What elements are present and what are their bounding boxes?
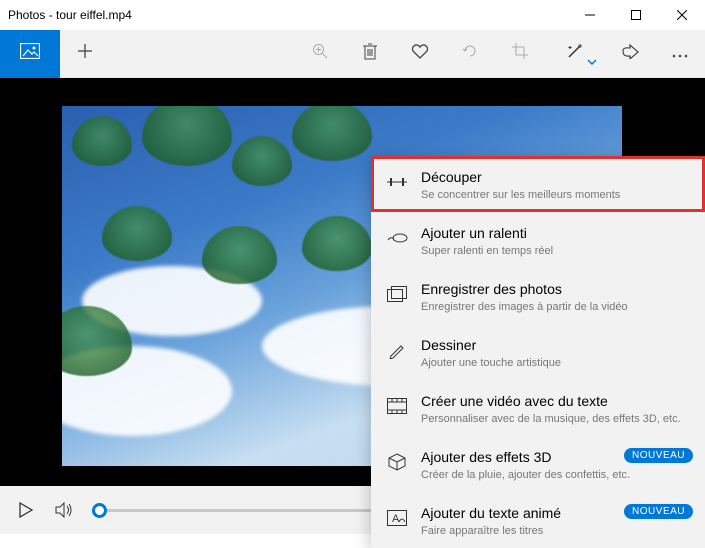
pen-icon bbox=[385, 338, 409, 362]
menu-title: Enregistrer des photos bbox=[421, 280, 691, 298]
share-button[interactable] bbox=[605, 30, 655, 78]
film-icon bbox=[385, 394, 409, 418]
menu-title: Découper bbox=[421, 168, 691, 186]
image-icon bbox=[20, 43, 40, 64]
trash-icon bbox=[362, 42, 378, 65]
menu-item-trim[interactable]: Découper Se concentrer sur les meilleurs… bbox=[371, 156, 705, 212]
zoom-button[interactable] bbox=[295, 30, 345, 78]
menu-item-video-text[interactable]: Créer une vidéo avec du texte Personnali… bbox=[371, 380, 705, 436]
menu-item-draw[interactable]: Dessiner Ajouter une touche artistique bbox=[371, 324, 705, 380]
menu-title: Dessiner bbox=[421, 336, 691, 354]
magic-icon bbox=[566, 42, 584, 65]
menu-sub: Personnaliser avec de la musique, des ef… bbox=[421, 412, 691, 426]
video-viewport[interactable]: Découper Se concentrer sur les meilleurs… bbox=[0, 78, 705, 486]
titlebar: Photos - tour eiffel.mp4 bbox=[0, 0, 705, 30]
magnifier-plus-icon bbox=[312, 43, 328, 64]
menu-item-3d-effects[interactable]: Ajouter des effets 3D Créer de la pluie,… bbox=[371, 436, 705, 492]
heart-icon bbox=[411, 43, 429, 64]
menu-sub: Créer de la pluie, ajouter des confettis… bbox=[421, 468, 691, 482]
crop-button[interactable] bbox=[495, 30, 545, 78]
crop-icon bbox=[511, 42, 529, 65]
minimize-button[interactable] bbox=[567, 0, 613, 30]
favorite-button[interactable] bbox=[395, 30, 445, 78]
play-button[interactable] bbox=[16, 500, 36, 520]
menu-sub: Ajouter une touche artistique bbox=[421, 356, 691, 370]
window-title: Photos - tour eiffel.mp4 bbox=[8, 8, 132, 22]
menu-item-animated-text[interactable]: A Ajouter du texte animé Faire apparaîtr… bbox=[371, 492, 705, 548]
menu-item-save-photos[interactable]: Enregistrer des photos Enregistrer des i… bbox=[371, 268, 705, 324]
menu-title: Ajouter un ralenti bbox=[421, 224, 691, 242]
edit-create-button[interactable] bbox=[545, 30, 605, 78]
menu-sub: Faire apparaître les titres bbox=[421, 524, 691, 538]
add-button[interactable] bbox=[60, 30, 110, 78]
volume-button[interactable] bbox=[54, 500, 74, 520]
maximize-button[interactable] bbox=[613, 0, 659, 30]
rotate-icon bbox=[461, 42, 479, 65]
frames-icon bbox=[385, 282, 409, 306]
slowmo-icon bbox=[385, 226, 409, 250]
edit-menu: Découper Se concentrer sur les meilleurs… bbox=[371, 156, 705, 548]
text-anim-icon: A bbox=[385, 506, 409, 530]
menu-item-slowmo[interactable]: Ajouter un ralenti Super ralenti en temp… bbox=[371, 212, 705, 268]
seek-thumb[interactable] bbox=[92, 503, 107, 518]
new-badge: NOUVEAU bbox=[624, 448, 693, 463]
rotate-button[interactable] bbox=[445, 30, 495, 78]
toolbar bbox=[0, 30, 705, 78]
more-button[interactable] bbox=[655, 30, 705, 78]
plus-icon bbox=[77, 43, 93, 64]
delete-button[interactable] bbox=[345, 30, 395, 78]
trim-icon bbox=[385, 170, 409, 194]
chevron-down-icon bbox=[587, 52, 597, 70]
svg-text:A: A bbox=[392, 513, 400, 525]
menu-sub: Super ralenti en temps réel bbox=[421, 244, 691, 258]
share-icon bbox=[621, 43, 639, 64]
menu-title: Créer une vidéo avec du texte bbox=[421, 392, 691, 410]
new-badge: NOUVEAU bbox=[624, 504, 693, 519]
close-button[interactable] bbox=[659, 0, 705, 30]
ellipsis-icon bbox=[672, 45, 688, 63]
collection-button[interactable] bbox=[0, 30, 60, 78]
cube-icon bbox=[385, 450, 409, 474]
menu-sub: Enregistrer des images à partir de la vi… bbox=[421, 300, 691, 314]
menu-sub: Se concentrer sur les meilleurs moments bbox=[421, 188, 691, 202]
